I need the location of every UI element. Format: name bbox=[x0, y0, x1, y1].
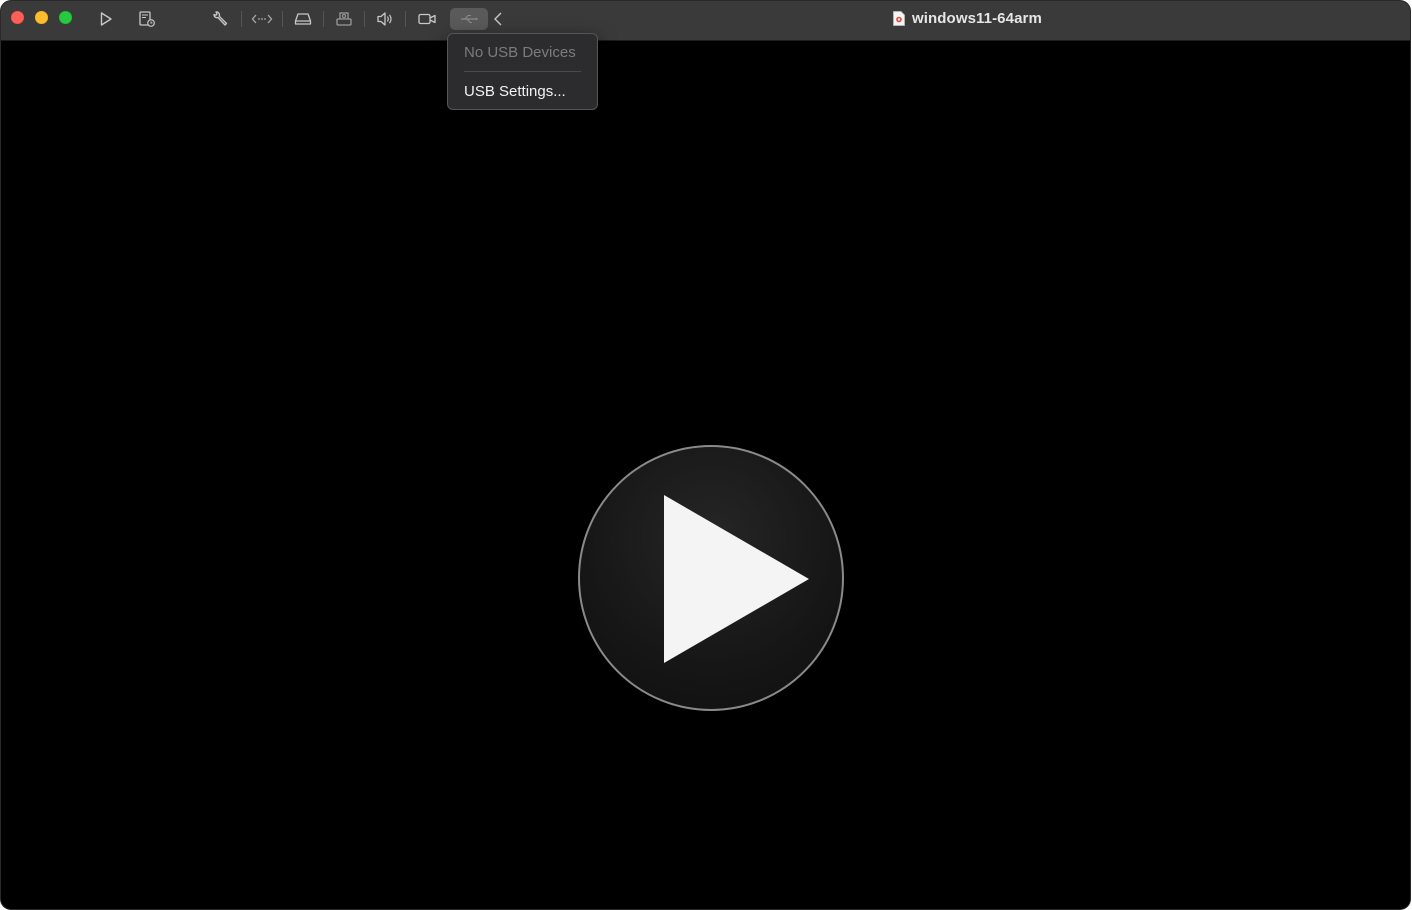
toolbar-separator bbox=[282, 11, 283, 27]
large-play-icon bbox=[664, 495, 809, 663]
hard-disk-button[interactable] bbox=[290, 8, 316, 30]
window-title: windows11-64arm bbox=[893, 10, 1042, 27]
network-button[interactable] bbox=[249, 8, 275, 30]
menu-separator bbox=[464, 71, 581, 72]
printer-button[interactable] bbox=[331, 8, 357, 30]
maximize-window-button[interactable] bbox=[59, 11, 72, 24]
hard-disk-icon bbox=[294, 13, 312, 25]
snapshot-icon bbox=[139, 11, 155, 27]
sound-button[interactable] bbox=[372, 8, 398, 30]
menu-item-no-usb-devices: No USB Devices bbox=[464, 44, 576, 61]
usb-icon bbox=[461, 14, 478, 24]
start-vm-button[interactable] bbox=[93, 8, 119, 30]
title-bar[interactable]: windows11-64arm bbox=[1, 1, 1410, 41]
start-vm-overlay-button[interactable] bbox=[578, 445, 844, 711]
vm-window: windows11-64arm No USB Devices USB Setti… bbox=[1, 1, 1410, 909]
close-window-button[interactable] bbox=[11, 11, 24, 24]
printer-icon bbox=[336, 12, 352, 26]
speaker-icon bbox=[377, 12, 392, 26]
camera-button[interactable] bbox=[414, 8, 440, 30]
vm-settings-button[interactable] bbox=[207, 8, 233, 30]
vm-document-icon bbox=[893, 11, 905, 26]
camera-icon bbox=[418, 13, 436, 25]
toolbar-separator bbox=[364, 11, 365, 27]
minimize-window-button[interactable] bbox=[35, 11, 48, 24]
usb-button[interactable] bbox=[450, 8, 488, 30]
snapshot-button[interactable] bbox=[134, 8, 160, 30]
play-icon bbox=[100, 12, 112, 26]
wrench-icon bbox=[213, 11, 228, 26]
toolbar-separator bbox=[405, 11, 406, 27]
toolbar-separator bbox=[323, 11, 324, 27]
menu-item-usb-settings[interactable]: USB Settings... bbox=[464, 83, 566, 100]
chevron-left-icon bbox=[494, 12, 502, 26]
usb-dropdown-menu: No USB Devices USB Settings... bbox=[447, 33, 598, 110]
collapse-toolbar-button[interactable] bbox=[487, 8, 509, 30]
network-icon bbox=[251, 14, 273, 24]
toolbar-separator bbox=[241, 11, 242, 27]
window-title-text: windows11-64arm bbox=[912, 10, 1042, 27]
